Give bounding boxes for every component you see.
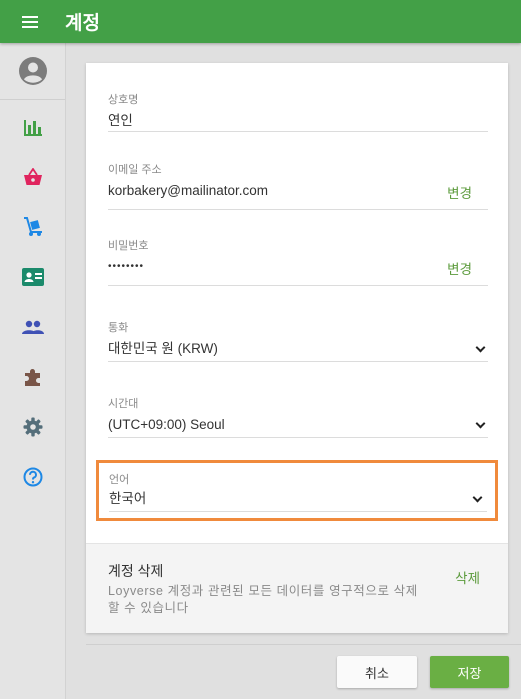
people-icon <box>21 320 44 334</box>
divider <box>108 131 488 132</box>
divider <box>108 209 488 210</box>
puzzle-icon <box>24 369 40 386</box>
currency-label: 통화 <box>108 322 129 334</box>
timezone-value: (UTC+09:00) Seoul <box>108 417 225 432</box>
delete-account-link[interactable]: 삭제 <box>455 567 480 587</box>
cancel-button[interactable]: 취소 <box>337 656 417 688</box>
language-value: 한국어 <box>109 491 147 506</box>
hand-truck-icon <box>23 217 42 236</box>
email-value: korbakery@mailinator.com <box>108 183 269 198</box>
timezone-select[interactable]: 시간대 (UTC+09:00) Seoul <box>108 395 488 438</box>
currency-value: 대한민국 원 (KRW) <box>108 341 218 356</box>
gear-icon <box>23 417 42 437</box>
sidebar-item-customers[interactable] <box>0 302 65 352</box>
save-button[interactable]: 저장 <box>430 656 509 688</box>
sidebar <box>0 43 66 699</box>
sidebar-item-help[interactable] <box>0 452 65 502</box>
password-field: 비밀번호 •••••••• 변경 <box>108 237 488 286</box>
currency-select[interactable]: 통화 대한민국 원 (KRW) <box>108 319 488 362</box>
divider <box>109 511 487 512</box>
user-avatar-icon <box>18 57 47 85</box>
help-icon <box>23 467 42 487</box>
sidebar-item-reports[interactable] <box>0 102 65 152</box>
sidebar-item-settings[interactable] <box>0 402 65 452</box>
change-email-link[interactable]: 변경 <box>447 182 472 202</box>
email-field: 이메일 주소 korbakery@mailinator.com 변경 <box>108 161 488 210</box>
account-settings-card: 상호명 연인 이메일 주소 korbakery@mailinator.com 변… <box>86 63 508 633</box>
bar-chart-icon <box>23 120 42 136</box>
divider <box>108 285 488 286</box>
language-label: 언어 <box>109 474 130 486</box>
business-name-value[interactable]: 연인 <box>108 111 488 131</box>
email-label: 이메일 주소 <box>108 164 162 176</box>
password-label: 비밀번호 <box>108 240 149 252</box>
sidebar-item-inventory[interactable] <box>0 202 65 252</box>
delete-account-description: Loyverse 계정과 관련된 모든 데이터를 영구적으로 삭제할 수 있습니… <box>108 584 418 615</box>
password-value: •••••••• <box>108 261 145 272</box>
divider <box>108 361 488 362</box>
business-name-label: 상호명 <box>108 94 139 106</box>
business-name-field[interactable]: 상호명 연인 <box>108 91 488 132</box>
id-card-icon <box>21 268 44 286</box>
hamburger-menu-icon[interactable] <box>22 0 44 43</box>
avatar-button[interactable] <box>0 43 65 100</box>
delete-account-section: 계정 삭제 Loyverse 계정과 관련된 모든 데이터를 영구적으로 삭제할… <box>86 543 508 633</box>
page-title: 계정 <box>65 13 100 34</box>
footer-divider <box>86 644 521 645</box>
timezone-label: 시간대 <box>108 398 139 410</box>
change-password-link[interactable]: 변경 <box>447 258 472 278</box>
top-app-bar: 계정 <box>0 0 521 43</box>
language-select[interactable]: 언어 한국어 <box>96 460 498 521</box>
sidebar-item-integrations[interactable] <box>0 352 65 402</box>
delete-account-title: 계정 삭제 <box>108 563 164 579</box>
sidebar-item-employees[interactable] <box>0 252 65 302</box>
divider <box>108 437 488 438</box>
basket-icon <box>23 168 42 185</box>
sidebar-item-sales[interactable] <box>0 152 65 202</box>
